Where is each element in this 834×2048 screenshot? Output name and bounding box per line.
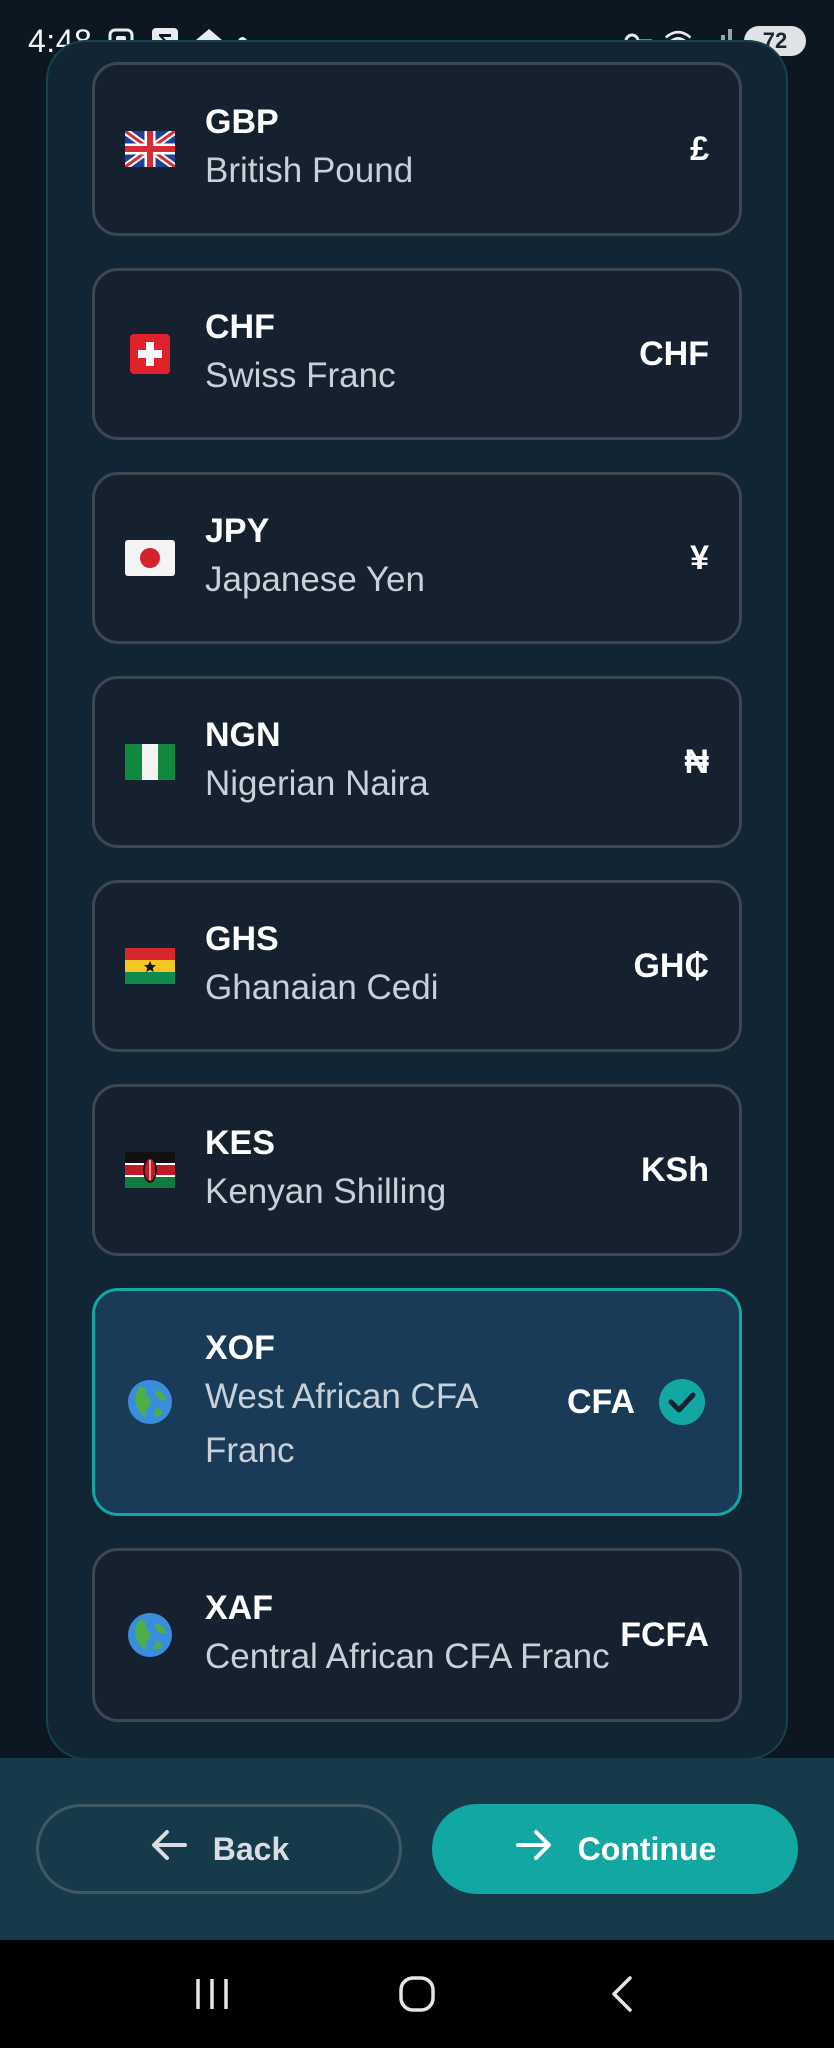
nigeria-flag-icon <box>125 744 175 780</box>
currency-name: Swiss Franc <box>205 356 396 395</box>
currency-symbol: FCFA <box>620 1615 709 1654</box>
back-label: Back <box>212 1830 290 1867</box>
globe-icon <box>125 1380 175 1424</box>
arrow-right-icon <box>514 1828 554 1870</box>
currency-option-kes[interactable]: KES Kenyan Shilling KSh <box>92 1084 742 1256</box>
currency-text: NGN Nigerian Naira <box>205 713 429 811</box>
currency-code: XAF <box>205 1589 273 1627</box>
kenya-flag-icon <box>125 1152 175 1188</box>
currency-code: KES <box>205 1124 275 1162</box>
currency-code: GBP <box>205 103 279 141</box>
home-nav-icon[interactable] <box>387 1964 447 2024</box>
back-nav-icon[interactable] <box>592 1964 652 2024</box>
japan-flag-icon <box>125 540 175 576</box>
currency-name: Nigerian Naira <box>205 764 429 803</box>
currency-name-line2: Franc <box>205 1431 295 1470</box>
currency-text: KES Kenyan Shilling <box>205 1121 446 1219</box>
currency-code: CHF <box>205 308 275 346</box>
currency-text: GBP British Pound <box>205 100 413 198</box>
currency-option-xaf[interactable]: XAF Central African CFA Franc FCFA <box>92 1548 742 1722</box>
currency-text: JPY Japanese Yen <box>205 509 425 607</box>
currency-name: Kenyan Shilling <box>205 1172 447 1211</box>
currency-code: XOF <box>205 1329 275 1367</box>
currency-name: British Pound <box>205 151 414 190</box>
currency-option-chf[interactable]: CHF Swiss Franc CHF <box>92 268 742 440</box>
currency-code: JPY <box>205 512 270 550</box>
currency-option-ghs[interactable]: GHS Ghanaian Cedi GH₵ <box>92 880 742 1052</box>
currency-option-jpy[interactable]: JPY Japanese Yen ¥ <box>92 472 742 644</box>
currency-text: XAF Central African CFA Franc <box>205 1586 610 1684</box>
currency-symbol: CFA <box>567 1382 635 1421</box>
currency-name: Ghanaian Cedi <box>205 968 439 1007</box>
arrow-left-icon <box>149 1828 189 1870</box>
currency-name: Japanese Yen <box>205 560 425 599</box>
continue-button[interactable]: Continue <box>432 1804 798 1894</box>
back-button[interactable]: Back <box>36 1804 402 1894</box>
currency-symbol: KSh <box>641 1150 709 1189</box>
currency-option-ngn[interactable]: NGN Nigerian Naira ₦ <box>92 676 742 848</box>
ghana-flag-icon <box>125 948 175 984</box>
currency-symbol: ₦ <box>684 742 709 781</box>
currency-symbol: CHF <box>639 334 709 373</box>
currency-option-xof[interactable]: XOF West African CFA Franc CFA <box>92 1288 742 1516</box>
currency-option-gbp[interactable]: GBP British Pound £ <box>92 62 742 236</box>
currency-code: GHS <box>205 920 279 958</box>
continue-label: Continue <box>577 1830 717 1867</box>
currency-symbol: £ <box>690 129 709 168</box>
currency-symbol: GH₵ <box>633 946 709 985</box>
currency-name: Central African CFA Franc <box>205 1637 610 1676</box>
switzerland-flag-icon <box>125 334 175 374</box>
currency-text: GHS Ghanaian Cedi <box>205 917 439 1015</box>
currency-text: CHF Swiss Franc <box>205 305 396 403</box>
currency-name: West African CFA <box>205 1377 479 1416</box>
recent-apps-icon[interactable] <box>182 1964 242 2024</box>
currency-text: XOF West African CFA Franc <box>205 1326 479 1478</box>
currency-code: NGN <box>205 716 281 754</box>
currency-symbol: ¥ <box>690 538 709 577</box>
globe-icon <box>125 1613 175 1657</box>
uk-flag-icon <box>125 131 175 167</box>
system-nav-bar <box>0 1940 834 2048</box>
selected-check-icon <box>659 1379 705 1425</box>
action-bar: Back Continue <box>0 1758 834 1940</box>
